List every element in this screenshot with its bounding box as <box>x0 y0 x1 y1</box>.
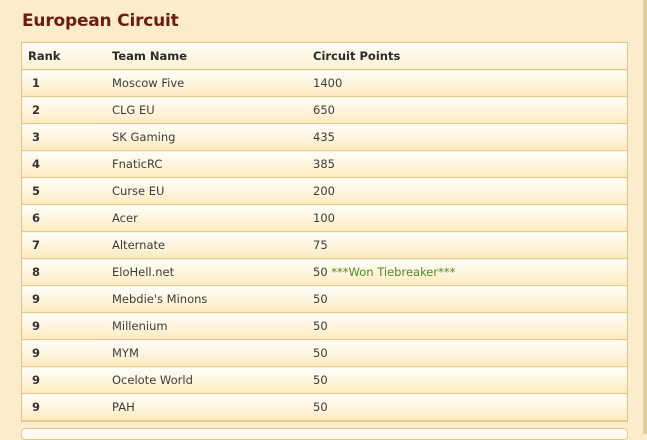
rank-cell: 4 <box>22 150 104 178</box>
circuit-points-cell: 50 <box>307 339 627 367</box>
rank-cell: 2 <box>22 96 104 124</box>
rank-cell: 9 <box>22 285 104 313</box>
team-name-cell: MYM <box>104 339 307 367</box>
team-name-cell: Moscow Five <box>104 69 307 97</box>
circuit-points-cell: 435 <box>307 123 627 151</box>
circuit-points-cell: 50 <box>307 366 627 394</box>
circuit-points-cell: 200 <box>307 177 627 205</box>
team-name-cell: Acer <box>104 204 307 232</box>
table-row: 5 Curse EU 200 <box>22 177 627 205</box>
rank-cell: 7 <box>22 231 104 259</box>
next-panel <box>21 428 628 440</box>
column-header-circuit-points: Circuit Points <box>307 43 627 70</box>
standings-table: Rank Team Name Circuit Points 1 Moscow Fi… <box>21 42 628 422</box>
points-value: 650 <box>313 103 335 117</box>
points-value: 50 <box>313 319 328 333</box>
points-value: 50 <box>313 292 328 306</box>
page-edge <box>643 0 647 434</box>
circuit-points-cell: 650 <box>307 96 627 124</box>
page-title: European Circuit <box>22 11 179 31</box>
team-name-cell: PAH <box>104 393 307 421</box>
tiebreaker-note: ***Won Tiebreaker*** <box>331 265 456 279</box>
points-value: 435 <box>313 130 335 144</box>
rank-cell: 9 <box>22 312 104 340</box>
team-name-cell: SK Gaming <box>104 123 307 151</box>
rank-cell: 9 <box>22 339 104 367</box>
rank-cell: 1 <box>22 69 104 97</box>
table-row: 1 Moscow Five 1400 <box>22 69 627 97</box>
team-name-cell: Millenium <box>104 312 307 340</box>
team-name-cell: Alternate <box>104 231 307 259</box>
rank-cell: 8 <box>22 258 104 286</box>
points-value: 75 <box>313 238 328 252</box>
points-value: 1400 <box>313 76 343 90</box>
table-header-row: Rank Team Name Circuit Points <box>22 43 627 70</box>
table-row: 9 PAH 50 <box>22 393 627 421</box>
points-value: 50 <box>313 400 328 414</box>
column-header-team-name: Team Name <box>104 43 307 70</box>
circuit-points-cell: 385 <box>307 150 627 178</box>
column-header-rank: Rank <box>22 43 104 70</box>
circuit-points-cell: 100 <box>307 204 627 232</box>
points-value: 50 <box>313 373 328 387</box>
rank-cell: 9 <box>22 366 104 394</box>
table-row: 3 SK Gaming 435 <box>22 123 627 151</box>
table-row: 6 Acer 100 <box>22 204 627 232</box>
table-row: 9 Mebdie's Minons 50 <box>22 285 627 313</box>
points-value: 385 <box>313 157 335 171</box>
team-name-cell: CLG EU <box>104 96 307 124</box>
points-value: 100 <box>313 211 335 225</box>
table-row: 9 Millenium 50 <box>22 312 627 340</box>
table-row: 9 Ocelote World 50 <box>22 366 627 394</box>
circuit-points-cell: 50 ***Won Tiebreaker*** <box>307 258 627 286</box>
circuit-points-cell: 50 <box>307 393 627 421</box>
table-row: 4 FnaticRC 385 <box>22 150 627 178</box>
rank-cell: 9 <box>22 393 104 421</box>
rank-cell: 6 <box>22 204 104 232</box>
team-name-cell: Ocelote World <box>104 366 307 394</box>
points-value: 50 <box>313 346 328 360</box>
table-row: 9 MYM 50 <box>22 339 627 367</box>
circuit-points-cell: 75 <box>307 231 627 259</box>
table-row: 2 CLG EU 650 <box>22 96 627 124</box>
rank-cell: 5 <box>22 177 104 205</box>
table-row: 7 Alternate 75 <box>22 231 627 259</box>
table-row: 8 EloHell.net 50 ***Won Tiebreaker*** <box>22 258 627 286</box>
circuit-points-cell: 50 <box>307 312 627 340</box>
team-name-cell: FnaticRC <box>104 150 307 178</box>
circuit-points-cell: 50 <box>307 285 627 313</box>
team-name-cell: Mebdie's Minons <box>104 285 307 313</box>
team-name-cell: Curse EU <box>104 177 307 205</box>
points-value: 50 <box>313 265 328 279</box>
team-name-cell: EloHell.net <box>104 258 307 286</box>
circuit-points-cell: 1400 <box>307 69 627 97</box>
rank-cell: 3 <box>22 123 104 151</box>
points-value: 200 <box>313 184 335 198</box>
